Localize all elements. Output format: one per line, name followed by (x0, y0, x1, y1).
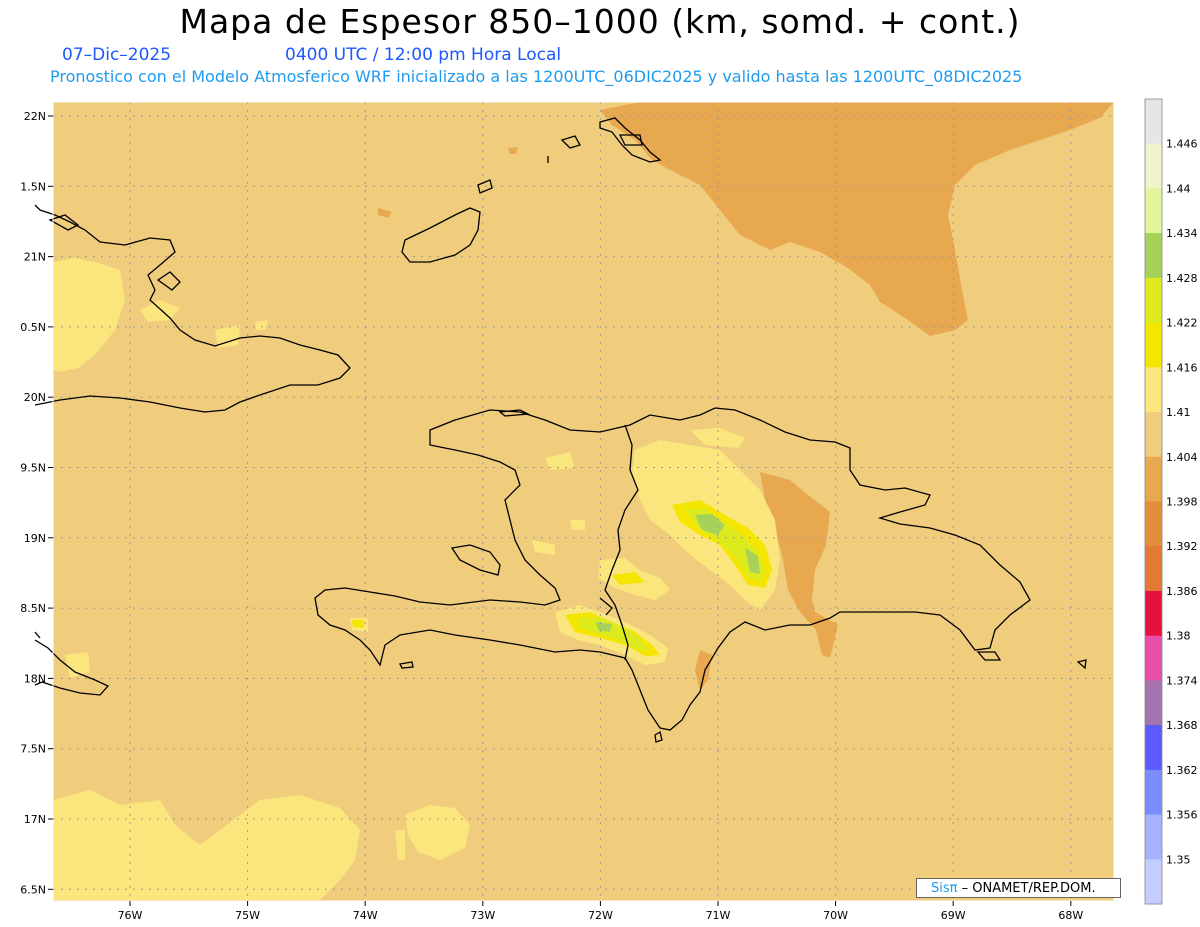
colorbar-label: 1.428 (1166, 272, 1198, 285)
lat-tick-label: 6.5N (20, 883, 46, 896)
colorbar-label: 1.386 (1166, 585, 1198, 598)
map-panel (34, 101, 1115, 902)
colorbar-label: 1.362 (1166, 764, 1198, 777)
colorbar-swatch (1145, 680, 1162, 726)
colorbar-swatch (1145, 188, 1162, 234)
lon-tick-label: 70W (823, 909, 848, 922)
colorbar-label: 1.35 (1166, 853, 1191, 866)
colorbar-swatch (1145, 501, 1162, 547)
colorbar-swatch (1145, 99, 1162, 145)
lon-tick-label: 72W (588, 909, 613, 922)
colorbar-label: 1.422 (1166, 317, 1198, 330)
lat-tick-label: 9.5N (20, 462, 46, 475)
lon-tick-label: 71W (706, 909, 731, 922)
colorbar-swatch (1145, 412, 1162, 458)
colorbar-swatch (1145, 590, 1162, 637)
lon-tick-label: 69W (941, 909, 966, 922)
lon-tick-label: 74W (353, 909, 378, 922)
colorbar-swatch (1145, 859, 1162, 905)
lat-tick-label: 20N (24, 391, 46, 404)
colorbar-label: 1.368 (1166, 719, 1198, 732)
colorbar-swatch (1145, 322, 1162, 368)
map-background (53, 102, 1114, 901)
colorbar-label: 1.434 (1166, 227, 1198, 240)
sis-brand: Sisπ (931, 881, 958, 896)
colorbar-label: 1.392 (1166, 540, 1198, 553)
colorbar-label: 1.356 (1166, 809, 1198, 822)
colorbar-swatch (1145, 725, 1162, 771)
lat-tick-label: 7.5N (20, 743, 46, 756)
latitude-axis: 22N 1.5N 21N 0.5N 20N 9.5N 19N 8.5N 18N 7.5N 17N 6.… (20, 110, 53, 896)
lat-tick-label: 8.5N (20, 602, 46, 615)
longitude-axis: 76W 75W 74W 73W 72W 71W 70W 69W 68W (118, 901, 1083, 922)
colorbar-swatch (1145, 233, 1162, 279)
lat-tick-label: 17N (24, 813, 46, 826)
lat-tick-label: 1.5N (20, 180, 46, 193)
colorbar-label: 1.446 (1166, 138, 1198, 151)
credit-text: – ONAMET/REP.DOM. (957, 881, 1096, 896)
colorbar: 1.446 1.44 1.434 1.428 1.422 1.416 1.41 1.404 1.… (1144, 98, 1198, 905)
colorbar-label: 1.404 (1166, 451, 1198, 464)
colorbar-swatch (1145, 143, 1162, 189)
lat-tick-label: 0.5N (20, 321, 46, 334)
lat-tick-label: 19N (24, 532, 46, 545)
colorbar-label: 1.374 (1166, 674, 1198, 687)
colorbar-swatch (1145, 456, 1162, 502)
credit-box: Sisπ – ONAMET/REP.DOM. (916, 878, 1121, 898)
colorbar-swatch (1145, 546, 1162, 592)
colorbar-swatch (1145, 277, 1162, 324)
colorbar-swatch (1145, 769, 1162, 816)
colorbar-label: 1.41 (1166, 406, 1191, 419)
coast-cuba-w2 (34, 631, 41, 639)
colorbar-swatch (1145, 814, 1162, 860)
lon-tick-label: 73W (470, 909, 495, 922)
colorbar-swatch (1145, 367, 1162, 413)
lon-tick-label: 76W (118, 909, 143, 922)
lon-tick-label: 68W (1058, 909, 1083, 922)
lon-tick-label: 75W (235, 909, 260, 922)
colorbar-label: 1.38 (1166, 630, 1191, 643)
colorbar-label: 1.398 (1166, 496, 1198, 509)
lat-tick-label: 21N (24, 251, 46, 264)
lat-tick-label: 18N (24, 672, 46, 685)
colorbar-label: 1.416 (1166, 361, 1198, 374)
lat-tick-label: 22N (24, 110, 46, 123)
colorbar-swatch (1145, 635, 1162, 681)
colorbar-label: 1.44 (1166, 182, 1191, 195)
